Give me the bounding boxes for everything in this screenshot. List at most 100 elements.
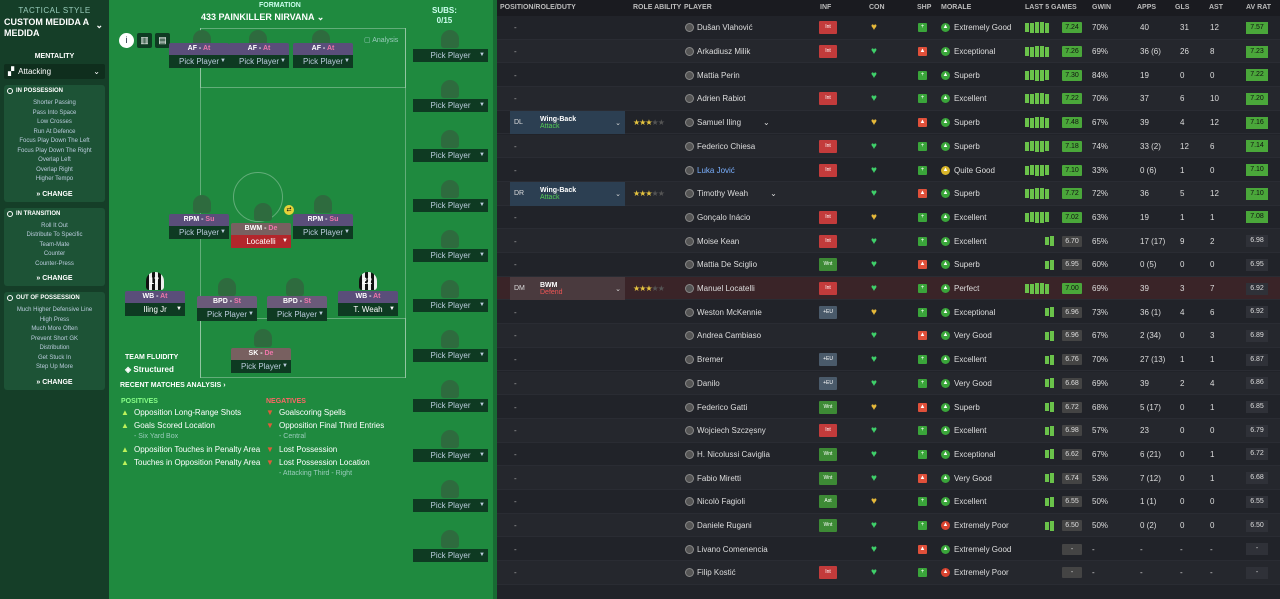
table-row[interactable]: DR Wing-Back Attack ⌄ ★★★ ★ ★ Timothy Weah ⌄ ♥ ▲ ▲ S…	[497, 181, 1280, 206]
col-header-ability[interactable]: ROLE ABILITY	[633, 4, 681, 11]
mentality-select[interactable]: ▞ Attacking ⌄	[4, 64, 105, 79]
pitch-view-icon[interactable]: ▤	[155, 33, 170, 48]
sub-pick-player-dropdown[interactable]: Pick Player ▼	[413, 99, 488, 112]
sub-pick-player-dropdown[interactable]: Pick Player ▼	[413, 49, 488, 62]
selected-player-dropdown[interactable]: Iling Jr ▼	[125, 303, 185, 316]
table-row[interactable]: - Adrien Rabiot Int ♥ + ▲ Excellent 7.22 70% 37 6 1…	[497, 87, 1280, 111]
col-header-con[interactable]: CON	[869, 4, 885, 11]
slot-bwm[interactable]: BWM - De Locatelli ▼	[231, 223, 291, 253]
position-cell[interactable]: DL Wing-Back Attack ⌄	[510, 110, 625, 135]
sub-pick-player-dropdown[interactable]: Pick Player ▼	[413, 499, 488, 512]
player-cell[interactable]: Federico Chiesa	[685, 135, 755, 159]
slot-rpm-left[interactable]: RPM - Su Pick Player ▼	[169, 214, 229, 244]
player-cell[interactable]: Moise Kean	[685, 229, 739, 253]
pick-player-dropdown[interactable]: Pick Player ▼	[169, 55, 229, 68]
col-header-gls[interactable]: GLS	[1175, 4, 1189, 11]
player-cell[interactable]: Arkadiusz Milik	[685, 40, 750, 64]
pick-player-dropdown[interactable]: Pick Player ▼	[231, 360, 291, 373]
col-header-morale[interactable]: MORALE	[941, 4, 971, 11]
sub-pick-player-dropdown[interactable]: Pick Player ▼	[413, 449, 488, 462]
player-cell[interactable]: Samuel Iling ⌄	[685, 111, 770, 135]
sub-pick-player-dropdown[interactable]: Pick Player ▼	[413, 349, 488, 362]
slot-rpm-right[interactable]: RPM - Su Pick Player ▼	[293, 214, 353, 244]
tactic-name-dropdown[interactable]: CUSTOM MEDIDA A MEDIDA ⌄	[4, 17, 105, 39]
col-header-gwin[interactable]: GWIN	[1092, 4, 1111, 11]
in-transition-change-button[interactable]: » CHANGE	[7, 275, 102, 282]
table-row[interactable]: - H. Nicolussi Caviglia Wnt ♥ + ▲ Exceptional 6…	[497, 443, 1280, 467]
selected-player-dropdown[interactable]: T. Weah ▼	[338, 303, 398, 316]
player-cell[interactable]: H. Nicolussi Caviglia	[685, 443, 770, 467]
formation-dropdown[interactable]: 433 PAINKILLER NIRVANA ⌄	[201, 12, 324, 23]
player-cell[interactable]: Federico Gatti	[685, 395, 747, 419]
table-row[interactable]: - Daniele Rugani Wnt ♥ + ▲ Extremely Poor 6.50 5…	[497, 513, 1280, 538]
slot-wb-right[interactable]: WB - At T. Weah ▼	[338, 291, 398, 321]
position-cell[interactable]: DM BWM Defend ⌄	[510, 276, 625, 301]
table-row[interactable]: - Wojciech Szczęsny Int ♥ + ▲ Excellent 6.98 57%…	[497, 418, 1280, 443]
sub-pick-player-dropdown[interactable]: Pick Player ▼	[413, 249, 488, 262]
col-header-player[interactable]: PLAYER	[684, 4, 712, 11]
in-possession-change-button[interactable]: » CHANGE	[7, 191, 102, 198]
player-cell[interactable]: Danilo	[685, 372, 720, 396]
player-cell[interactable]: Filip Kostić	[685, 561, 736, 585]
player-cell[interactable]: Wojciech Szczęsny	[685, 419, 766, 443]
sub-pick-player-dropdown[interactable]: Pick Player ▼	[413, 549, 488, 562]
table-row[interactable]: DL Wing-Back Attack ⌄ ★★★ ★ ★ Samuel Iling ⌄ ♥ ▲ ▲ S…	[497, 110, 1280, 135]
table-row[interactable]: - Weston McKennie +EU ♥ + ▲ Exceptional 6.96 73%…	[497, 300, 1280, 325]
table-row[interactable]: - Federico Gatti Wnt ♥ ▲ ▲ Superb 6.72 68% 5 (17)…	[497, 395, 1280, 419]
col-header-last5[interactable]: LAST 5 GAMES	[1025, 4, 1077, 11]
col-header-apps[interactable]: APPS	[1137, 4, 1156, 11]
col-header-ast[interactable]: AST	[1209, 4, 1223, 11]
player-cell[interactable]: Timothy Weah ⌄	[685, 182, 777, 206]
slot-af-right[interactable]: AF - At Pick Player ▼	[293, 43, 353, 73]
player-cell[interactable]: Andrea Cambiaso	[685, 324, 761, 348]
player-cell[interactable]: Gonçalo Inácio	[685, 206, 750, 230]
pick-player-dropdown[interactable]: Pick Player ▼	[229, 55, 289, 68]
player-cell[interactable]: Weston McKennie	[685, 300, 762, 324]
table-row[interactable]: - Luka Jović Int ♥ + ▲ Quite Good 7.10 33% 0 (6) 1…	[497, 158, 1280, 182]
position-cell[interactable]: DR Wing-Back Attack ⌄	[510, 181, 625, 206]
table-row[interactable]: - Bremer +EU ♥ + ▲ Excellent 6.76 70% 27 (13) 1 1 6.…	[497, 348, 1280, 372]
table-row[interactable]: - Andrea Cambiaso ♥ ▲ ▲ Very Good 6.96 67% 2 (34…	[497, 324, 1280, 348]
table-row[interactable]: - Gonçalo Inácio Int ♥ + ▲ Excellent 7.02 63% 19 1…	[497, 206, 1280, 230]
slot-bpd-right[interactable]: BPD - St Pick Player ▼	[267, 296, 327, 326]
table-row[interactable]: DM BWM Defend ⌄ ★★★ ★ ★ Manuel Locatelli Int ♥ + ▲ P…	[497, 276, 1280, 301]
col-header-position[interactable]: POSITION/ROLE/DUTY	[500, 4, 576, 11]
player-cell[interactable]: Nicolò Fagioli	[685, 490, 745, 514]
col-header-inf[interactable]: INF	[820, 4, 831, 11]
analysis-toggle[interactable]: ▢ Analysis	[364, 36, 398, 44]
recent-matches-link[interactable]: RECENT MATCHES ANALYSIS ›	[120, 382, 226, 389]
table-row[interactable]: - Danilo +EU ♥ + ▲ Very Good 6.68 69% 39 2 4 6.86	[497, 371, 1280, 396]
player-cell[interactable]: Daniele Rugani	[685, 514, 752, 538]
player-cell[interactable]: Livano Comenencia	[685, 537, 768, 561]
table-row[interactable]: - Mattia Perin ♥ + ▲ Superb 7.30 84% 19 0 0 7.22	[497, 63, 1280, 88]
slot-bpd-left[interactable]: BPD - St Pick Player ▼	[197, 296, 257, 326]
player-cell[interactable]: Mattia De Sciglio	[685, 253, 757, 277]
slot-af-left[interactable]: AF - At Pick Player ▼	[169, 43, 229, 73]
table-row[interactable]: - Livano Comenencia ♥ ▲ ▲ Extremely Good - - - - -…	[497, 537, 1280, 562]
player-cell[interactable]: Bremer	[685, 348, 723, 372]
player-cell[interactable]: Dušan Vlahović	[685, 16, 753, 40]
table-row[interactable]: - Arkadiusz Milik Int ♥ ▲ ▲ Exceptional 7.26 69%…	[497, 39, 1280, 64]
info-icon[interactable]: i	[119, 33, 134, 48]
table-row[interactable]: - Federico Chiesa Int ♥ + ▲ Superb 7.18 74% 33 (2…	[497, 134, 1280, 159]
bar-chart-icon[interactable]: ▥	[137, 33, 152, 48]
pick-player-dropdown[interactable]: Pick Player ▼	[267, 308, 327, 321]
player-cell[interactable]: Luka Jović	[685, 158, 735, 182]
pick-player-dropdown[interactable]: Pick Player ▼	[197, 308, 257, 321]
player-cell[interactable]: Adrien Rabiot	[685, 87, 745, 111]
slot-af-centre[interactable]: AF - At Pick Player ▼	[229, 43, 289, 73]
player-cell[interactable]: Fabio Miretti	[685, 466, 741, 490]
pick-player-dropdown[interactable]: Pick Player ▼	[169, 226, 229, 239]
sub-pick-player-dropdown[interactable]: Pick Player ▼	[413, 199, 488, 212]
pick-player-dropdown[interactable]: Pick Player ▼	[293, 55, 353, 68]
pick-player-dropdown[interactable]: Pick Player ▼	[293, 226, 353, 239]
col-header-avrat[interactable]: AV RAT	[1246, 4, 1271, 11]
table-row[interactable]: - Fabio Miretti Wnt ♥ ▲ ▲ Very Good 6.74 53% 7 (1…	[497, 466, 1280, 490]
table-row[interactable]: - Dušan Vlahović Int ♥ + ▲ Extremely Good 7.24 7…	[497, 16, 1280, 40]
sub-pick-player-dropdown[interactable]: Pick Player ▼	[413, 299, 488, 312]
table-row[interactable]: - Moise Kean Int ♥ + ▲ Excellent 6.70 65% 17 (17)…	[497, 229, 1280, 253]
table-row[interactable]: - Mattia De Sciglio Wnt ♥ ▲ ▲ Superb 6.95 60% 0 (…	[497, 253, 1280, 277]
out-of-possession-change-button[interactable]: » CHANGE	[7, 379, 102, 386]
col-header-shp[interactable]: SHP	[917, 4, 931, 11]
table-row[interactable]: - Nicolò Fagioli Ast ♥ + ▲ Excellent 6.55 50% 1 (…	[497, 490, 1280, 514]
